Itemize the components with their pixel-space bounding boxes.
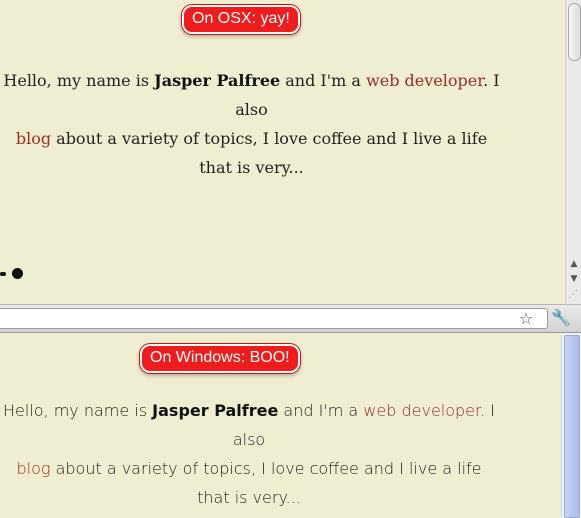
bio-text-2: and I'm a [280, 71, 367, 90]
bio-text-4: about a variety of topics, I love coffee… [51, 129, 488, 177]
address-bar[interactable]: ☆ [0, 308, 548, 329]
big-dot [12, 268, 23, 279]
decorative-dots [0, 264, 28, 284]
osx-bio-text: Hello, my name is Jasper Palfree and I'm… [0, 66, 503, 182]
scroll-down-arrow-icon[interactable]: ▼ [568, 273, 580, 286]
scroll-up-arrow-icon[interactable]: ▲ [568, 258, 580, 271]
osx-scrollbar-thumb[interactable] [568, 3, 581, 61]
resize-grip-icon[interactable]: ⋰ [568, 289, 580, 301]
windows-bio-text: Hello, my name is Jasper Palfree and I'm… [2, 396, 496, 512]
web-developer-link[interactable]: web developer [363, 401, 480, 420]
bio-text-2: and I'm a [278, 401, 364, 420]
osx-badge: On OSX: yay! [184, 7, 298, 32]
blog-link[interactable]: blog [16, 129, 51, 148]
small-dot [0, 272, 6, 276]
bio-text-1: Hello, my name is [2, 401, 153, 420]
blog-link[interactable]: blog [16, 459, 50, 478]
windows-scrollbar-thumb[interactable] [564, 335, 580, 518]
wrench-icon[interactable]: 🔧 [550, 307, 572, 329]
osx-content-pane: On OSX: yay! Hello, my name is Jasper Pa… [0, 0, 565, 304]
browser-toolbar: ☆ 🔧 [0, 304, 581, 333]
web-developer-link[interactable]: web developer [366, 71, 483, 90]
windows-scrollbar[interactable] [561, 333, 581, 518]
osx-scrollbar[interactable]: ▲ ▼ ⋰ [565, 0, 581, 304]
star-icon[interactable]: ☆ [516, 309, 536, 328]
bio-text-1: Hello, my name is [3, 71, 155, 90]
bio-name: Jasper Palfree [154, 71, 281, 90]
windows-badge: On Windows: BOO! [142, 346, 298, 371]
bio-text-4: about a variety of topics, I love coffee… [50, 459, 482, 507]
bio-name: Jasper Palfree [152, 401, 279, 420]
